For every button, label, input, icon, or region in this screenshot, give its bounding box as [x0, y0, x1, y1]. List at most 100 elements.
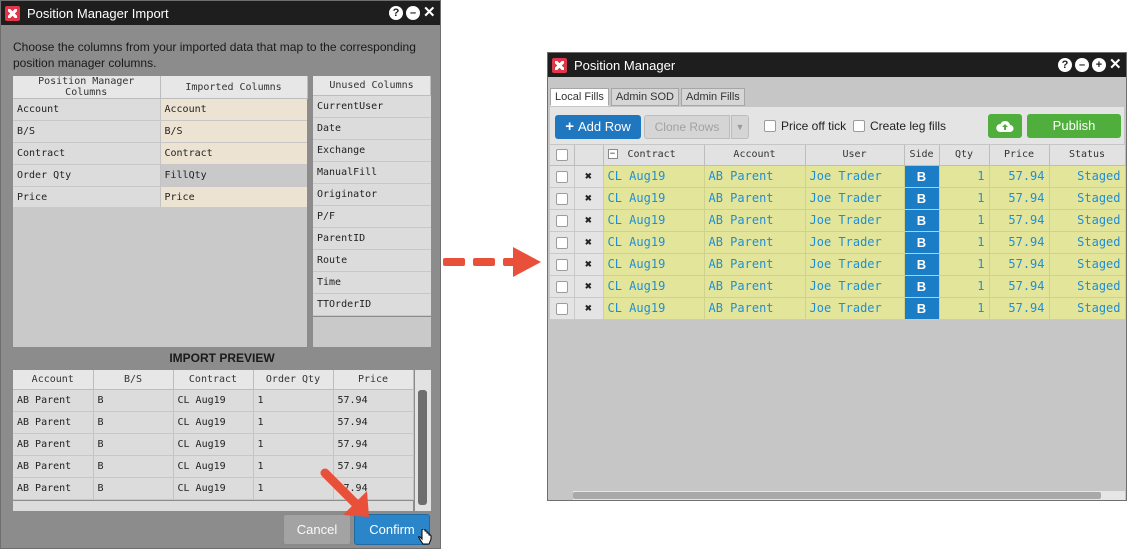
- tab-admin-sod[interactable]: Admin SOD: [610, 88, 679, 106]
- delete-row-icon[interactable]: ✖: [574, 165, 604, 188]
- close-icon[interactable]: ✕: [1109, 57, 1122, 72]
- checkbox-box[interactable]: [764, 120, 776, 132]
- account-cell[interactable]: AB Parent: [704, 275, 806, 298]
- unused-column-item[interactable]: Exchange: [313, 139, 431, 162]
- imported-column-cell[interactable]: Contract: [160, 142, 307, 165]
- account-cell[interactable]: AB Parent: [704, 297, 806, 320]
- price-cell[interactable]: 57.94: [989, 209, 1050, 232]
- contract-cell[interactable]: CL Aug19: [603, 297, 705, 320]
- qty-cell[interactable]: 1: [939, 275, 990, 298]
- qty-cell[interactable]: 1: [939, 187, 990, 210]
- status-header[interactable]: Status: [1049, 145, 1126, 166]
- pm-scroll-thumb[interactable]: [573, 492, 1101, 499]
- unused-column-item[interactable]: ParentID: [313, 227, 431, 250]
- account-header[interactable]: Account: [704, 145, 806, 166]
- contract-cell[interactable]: CL Aug19: [603, 187, 705, 210]
- imported-column-cell[interactable]: Price: [160, 186, 307, 209]
- cloud-upload-button[interactable]: [988, 114, 1022, 138]
- tab-local-fills[interactable]: Local Fills: [550, 88, 609, 106]
- imported-column-cell[interactable]: B/S: [160, 120, 307, 143]
- account-cell[interactable]: AB Parent: [704, 165, 806, 188]
- unused-column-item[interactable]: Date: [313, 117, 431, 140]
- user-cell[interactable]: Joe Trader: [805, 253, 905, 276]
- account-cell[interactable]: AB Parent: [704, 231, 806, 254]
- account-cell[interactable]: AB Parent: [704, 209, 806, 232]
- user-cell[interactable]: Joe Trader: [805, 209, 905, 232]
- price-cell[interactable]: 57.94: [989, 231, 1050, 254]
- preview-scrollbar[interactable]: [415, 370, 431, 511]
- user-header[interactable]: User: [805, 145, 905, 166]
- row-checkbox[interactable]: [555, 258, 568, 271]
- unused-column-item[interactable]: Route: [313, 249, 431, 272]
- add-row-button[interactable]: + Add Row: [555, 115, 641, 139]
- user-cell[interactable]: Joe Trader: [805, 165, 905, 188]
- price-cell[interactable]: 57.94: [989, 165, 1050, 188]
- contract-cell[interactable]: CL Aug19: [603, 275, 705, 298]
- publish-button[interactable]: Publish: [1027, 114, 1121, 138]
- pm-titlebar[interactable]: Position Manager ? – + ✕: [548, 53, 1126, 77]
- row-checkbox[interactable]: [555, 280, 568, 293]
- checkbox-box[interactable]: [853, 120, 865, 132]
- table-row[interactable]: ✖ CL Aug19 AB Parent Joe Trader B 1 57.9…: [550, 209, 1126, 232]
- imported-column-cell[interactable]: FillQty: [160, 164, 307, 187]
- row-checkbox[interactable]: [555, 302, 568, 315]
- imported-column-cell[interactable]: Account: [160, 98, 307, 121]
- maximize-icon[interactable]: +: [1092, 58, 1106, 72]
- table-row[interactable]: ✖ CL Aug19 AB Parent Joe Trader B 1 57.9…: [550, 165, 1126, 188]
- user-cell[interactable]: Joe Trader: [805, 297, 905, 320]
- table-row[interactable]: ✖ CL Aug19 AB Parent Joe Trader B 1 57.9…: [550, 231, 1126, 254]
- import-titlebar[interactable]: Position Manager Import ? – ✕: [1, 1, 440, 25]
- table-row[interactable]: ✖ CL Aug19 AB Parent Joe Trader B 1 57.9…: [550, 275, 1126, 298]
- pm-horizontal-scrollbar[interactable]: [573, 491, 1125, 500]
- clone-rows-button[interactable]: Clone Rows: [644, 115, 730, 139]
- unused-column-item[interactable]: Originator: [313, 183, 431, 206]
- delete-row-icon[interactable]: ✖: [574, 297, 604, 320]
- row-checkbox[interactable]: [555, 192, 568, 205]
- contract-cell[interactable]: CL Aug19: [603, 253, 705, 276]
- table-row[interactable]: ✖ CL Aug19 AB Parent Joe Trader B 1 57.9…: [550, 187, 1126, 210]
- delete-row-icon[interactable]: ✖: [574, 209, 604, 232]
- close-icon[interactable]: ✕: [423, 5, 436, 20]
- side-cell[interactable]: B: [904, 209, 940, 232]
- unused-column-item[interactable]: Time: [313, 271, 431, 294]
- qty-cell[interactable]: 1: [939, 231, 990, 254]
- table-row[interactable]: ✖ CL Aug19 AB Parent Joe Trader B 1 57.9…: [550, 253, 1126, 276]
- select-all-checkbox[interactable]: [555, 148, 568, 161]
- unused-column-item[interactable]: P/F: [313, 205, 431, 228]
- contract-cell[interactable]: CL Aug19: [603, 209, 705, 232]
- price-off-tick-checkbox[interactable]: Price off tick: [764, 119, 846, 133]
- collapse-icon[interactable]: −: [607, 149, 618, 160]
- side-cell[interactable]: B: [904, 165, 940, 188]
- side-cell[interactable]: B: [904, 275, 940, 298]
- price-cell[interactable]: 57.94: [989, 297, 1050, 320]
- minimize-icon[interactable]: –: [406, 6, 420, 20]
- price-header[interactable]: Price: [989, 145, 1050, 166]
- minimize-icon[interactable]: –: [1075, 58, 1089, 72]
- user-cell[interactable]: Joe Trader: [805, 187, 905, 210]
- help-icon[interactable]: ?: [389, 6, 403, 20]
- qty-cell[interactable]: 1: [939, 253, 990, 276]
- delete-row-icon[interactable]: ✖: [574, 231, 604, 254]
- side-cell[interactable]: B: [904, 253, 940, 276]
- row-checkbox[interactable]: [555, 236, 568, 249]
- tab-admin-fills[interactable]: Admin Fills: [680, 88, 745, 106]
- preview-scroll-thumb[interactable]: [418, 390, 427, 505]
- contract-cell[interactable]: CL Aug19: [603, 231, 705, 254]
- qty-cell[interactable]: 1: [939, 297, 990, 320]
- contract-cell[interactable]: CL Aug19: [603, 165, 705, 188]
- account-cell[interactable]: AB Parent: [704, 253, 806, 276]
- chevron-down-icon[interactable]: ▼: [731, 115, 749, 139]
- price-cell[interactable]: 57.94: [989, 187, 1050, 210]
- unused-column-item[interactable]: TTOrderID: [313, 293, 431, 316]
- row-checkbox[interactable]: [555, 214, 568, 227]
- side-cell[interactable]: B: [904, 297, 940, 320]
- row-checkbox[interactable]: [555, 170, 568, 183]
- price-cell[interactable]: 57.94: [989, 253, 1050, 276]
- unused-column-item[interactable]: CurrentUser: [313, 95, 431, 118]
- unused-column-item[interactable]: ManualFill: [313, 161, 431, 184]
- help-icon[interactable]: ?: [1058, 58, 1072, 72]
- price-cell[interactable]: 57.94: [989, 275, 1050, 298]
- side-cell[interactable]: B: [904, 231, 940, 254]
- table-row[interactable]: ✖ CL Aug19 AB Parent Joe Trader B 1 57.9…: [550, 297, 1126, 320]
- qty-cell[interactable]: 1: [939, 165, 990, 188]
